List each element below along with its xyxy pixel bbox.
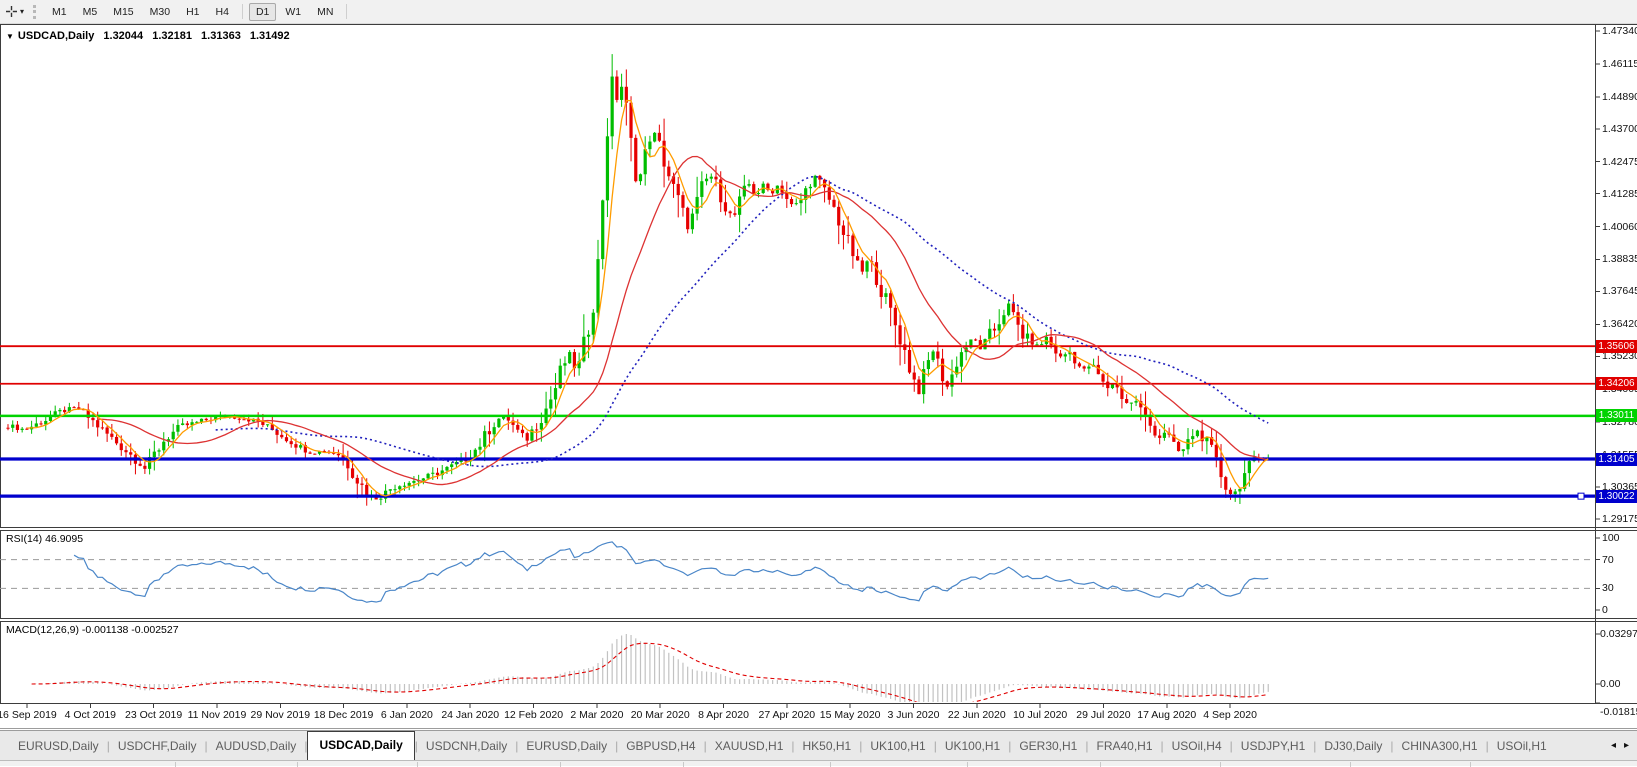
tab-eurusd-daily[interactable]: EURUSD,Daily [518,733,615,760]
status-strip-divider [967,762,968,767]
tab-hk50-h1[interactable]: HK50,H1 [795,733,860,760]
panel-borders [0,25,1637,729]
tab-fra40-h1[interactable]: FRA40,H1 [1088,733,1160,760]
toolbar-separator [242,4,243,19]
status-strip-divider [297,762,298,767]
timeframe-button-d1[interactable]: D1 [249,3,276,21]
tab-usdjpy-h1[interactable]: USDJPY,H1 [1233,733,1313,760]
tab-dj30-daily[interactable]: DJ30,Daily [1316,733,1390,760]
price-axis[interactable] [27,24,1600,708]
status-strip-divider [1100,762,1101,767]
ma-slow-line [216,176,1269,466]
chart-plot-area[interactable] [0,24,1637,730]
tab-scroll-left-button[interactable]: ◂ [1611,740,1616,751]
tab-usdcnh-daily[interactable]: USDCNH,Daily [418,733,515,760]
symbol-tab-bar: EURUSD,Daily|USDCHF,Daily|AUDUSD,Daily|U… [0,730,1637,760]
timeframe-button-m30[interactable]: M30 [143,3,177,21]
timeframe-button-mn[interactable]: MN [310,3,340,21]
tab-eurusd-daily[interactable]: EURUSD,Daily [10,733,107,760]
tab-uk100-h1[interactable]: UK100,H1 [862,733,933,760]
chart-window: ▼USDCAD,Daily 1.32044 1.32181 1.31363 1.… [0,24,1637,730]
tab-audusd-daily[interactable]: AUDUSD,Daily [208,733,305,760]
ma-fast-line [27,100,1268,495]
tab-ger30-h1[interactable]: GER30,H1 [1011,733,1085,760]
status-strip-divider [560,762,561,767]
macd-histogram [32,634,1269,709]
crosshair-icon [5,5,18,18]
status-strip-divider [417,762,418,767]
timeframe-button-h4[interactable]: H4 [209,3,236,21]
status-strip-divider [683,762,684,767]
status-strip-divider [1220,762,1221,767]
tab-scroll-arrows: ◂ ▸ [1603,731,1637,760]
tab-usdchf-daily[interactable]: USDCHF,Daily [110,733,205,760]
status-strip-divider [830,762,831,767]
cursor-tool-button[interactable]: ▾ [5,5,24,18]
toolbar-separator [346,4,347,19]
timeframe-button-w1[interactable]: W1 [278,3,308,21]
timeframe-toolbar: ▾ M1M5M15M30H1H4 D1W1MN [0,0,1637,24]
line-drag-handle[interactable] [1578,493,1584,499]
tab-gbpusd-h4[interactable]: GBPUSD,H4 [618,733,703,760]
tab-usoil-h1[interactable]: USOil,H1 [1489,733,1555,760]
status-strip-divider [1350,762,1351,767]
timeframe-button-m15[interactable]: M15 [106,3,140,21]
symbol-tabs: EURUSD,Daily|USDCHF,Daily|AUDUSD,Daily|U… [0,731,1603,760]
toolbar-grip-handle[interactable] [33,5,36,19]
rsi-line [74,542,1268,602]
tab-xauusd-h1[interactable]: XAUUSD,H1 [707,733,792,760]
status-strip-divider [1470,762,1471,767]
candlesticks [6,54,1269,506]
timeframe-button-h1[interactable]: H1 [179,3,206,21]
timeframe-button-m5[interactable]: M5 [76,3,105,21]
dropdown-caret-icon[interactable]: ▾ [20,7,24,16]
timeframe-button-m1[interactable]: M1 [45,3,74,21]
tab-usdcad-daily[interactable]: USDCAD,Daily [307,731,414,760]
tab-china300-h1[interactable]: CHINA300,H1 [1394,733,1486,760]
tab-scroll-right-button[interactable]: ▸ [1624,740,1629,751]
tab-usoil-h4[interactable]: USOil,H4 [1164,733,1230,760]
tab-uk100-h1[interactable]: UK100,H1 [937,733,1008,760]
status-strip [0,760,1637,766]
status-strip-divider [175,762,176,767]
